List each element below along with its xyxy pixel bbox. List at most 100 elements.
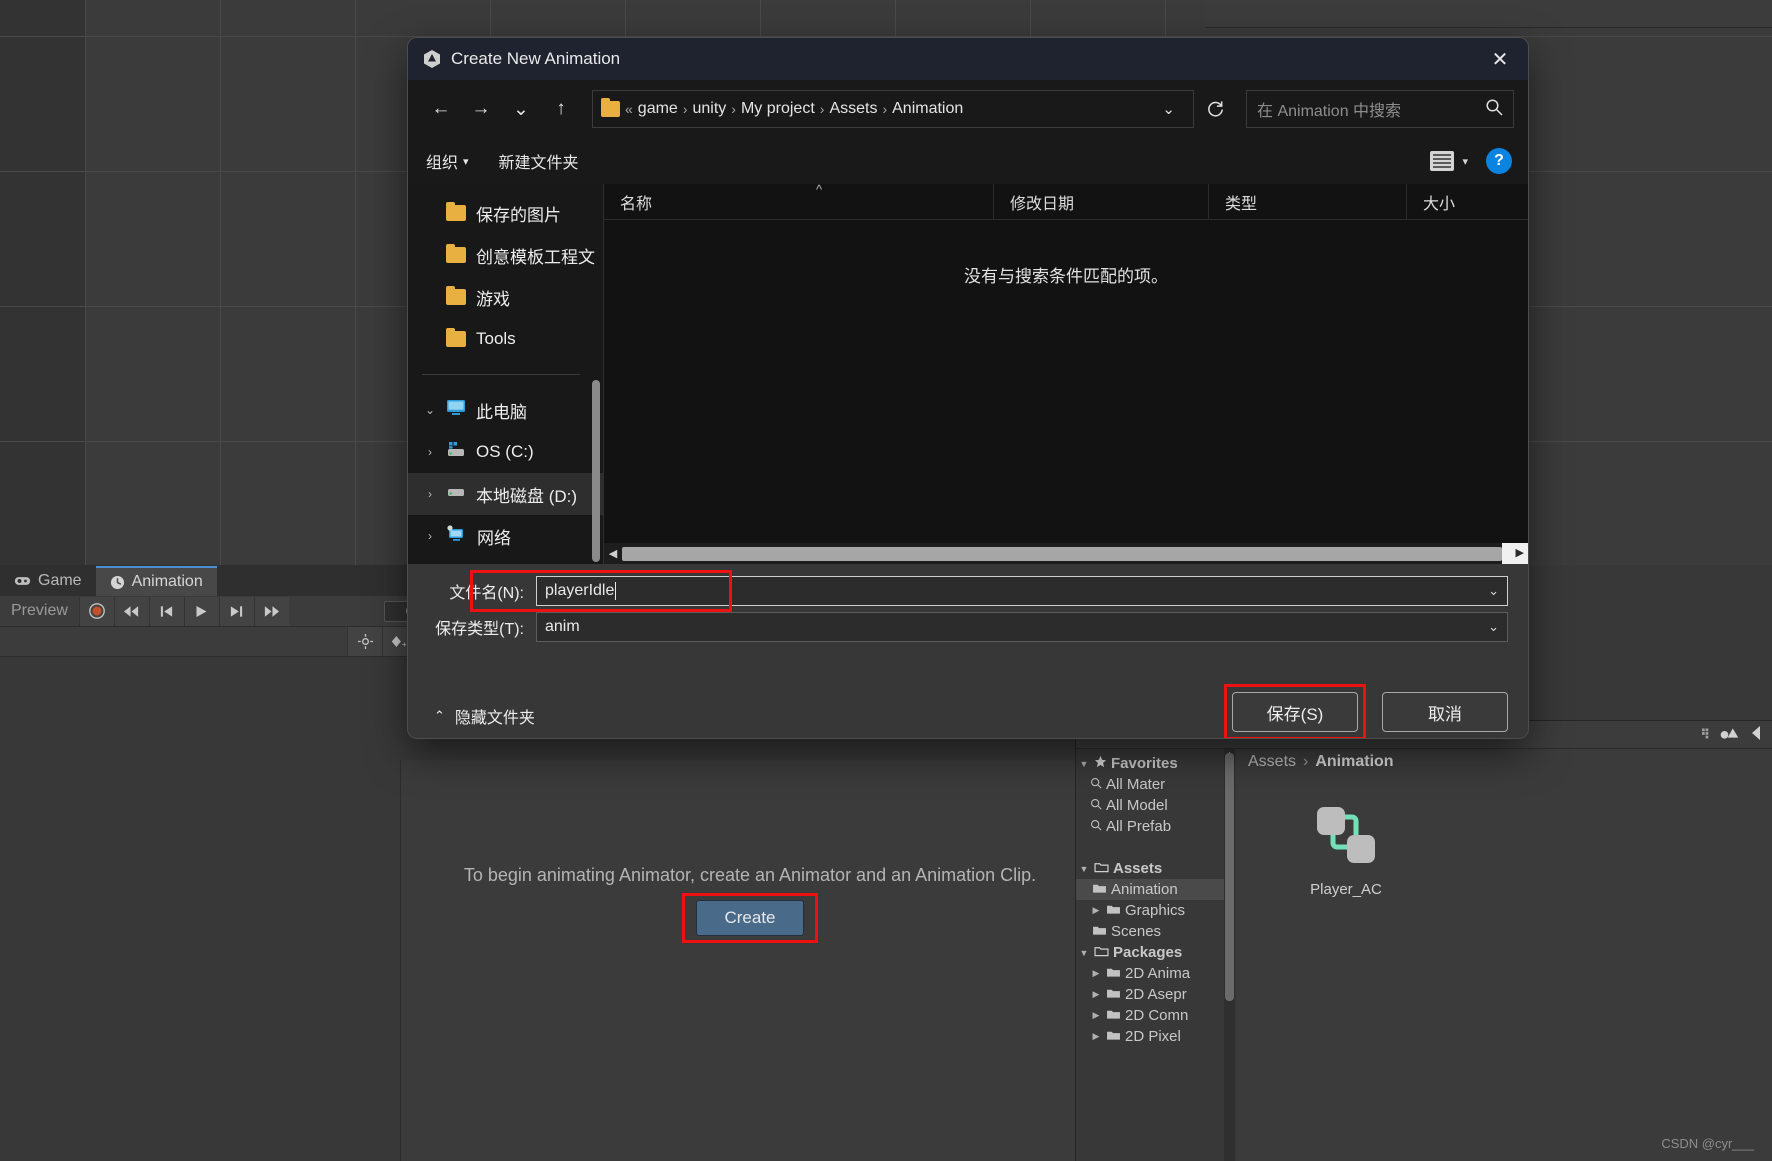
window-tab-strip: Game Animation xyxy=(0,565,452,596)
file-list-hscrollbar[interactable]: ◀ ▶ xyxy=(604,543,1528,564)
view-mode-button[interactable]: ▾ xyxy=(1430,151,1468,171)
chevron-down-icon[interactable]: ▼ xyxy=(1078,948,1090,958)
tree-row[interactable]: All Model xyxy=(1076,795,1224,816)
column-header-type[interactable]: 类型 xyxy=(1209,183,1407,220)
tree-label: All Model xyxy=(1106,797,1168,814)
breadcrumb-animation[interactable]: Animation xyxy=(1315,753,1393,771)
scroll-right-icon[interactable]: ▶ xyxy=(1516,546,1524,559)
tree-row[interactable]: ▼ Packages xyxy=(1076,942,1224,963)
chevron-right-icon[interactable]: ▶ xyxy=(1090,1031,1102,1042)
arrow-right-icon[interactable]: → xyxy=(462,90,500,128)
search-input[interactable]: 在 Animation 中搜索 xyxy=(1246,90,1514,128)
step-forward-icon[interactable] xyxy=(218,596,254,626)
create-button[interactable]: Create xyxy=(696,900,804,936)
chevron-right-icon[interactable]: ▶ xyxy=(1090,989,1102,1000)
chevron-down-icon[interactable]: ⌄ xyxy=(422,403,438,417)
chevron-down-icon[interactable]: ⌄ xyxy=(1488,619,1499,635)
save-file-dialog: Create New Animation ✕ ← → ⌄ ↑ « game › … xyxy=(408,38,1528,738)
folder-icon xyxy=(446,202,466,221)
new-folder-button[interactable]: 新建文件夹 xyxy=(499,149,579,173)
sidebar-item-os-c[interactable]: › OS (C:) xyxy=(408,431,604,473)
filetype-select[interactable]: anim ⌄ xyxy=(536,612,1508,642)
tree-row[interactable]: Scenes xyxy=(1076,921,1224,942)
dialog-titlebar: Create New Animation ✕ xyxy=(408,38,1528,80)
filename-input[interactable]: playerIdle ⌄ xyxy=(536,576,1508,606)
tree-row[interactable]: ▶ 2D Anima xyxy=(1076,963,1224,984)
search-icon[interactable] xyxy=(1485,98,1503,121)
tree-row[interactable]: ▶ 2D Asepr xyxy=(1076,984,1224,1005)
record-icon[interactable] xyxy=(78,596,114,626)
hscroll-thumb[interactable] xyxy=(622,546,1502,561)
scene-left-strip xyxy=(0,0,85,565)
sidebar-item-tools[interactable]: Tools xyxy=(408,318,604,360)
play-icon[interactable] xyxy=(183,596,219,626)
tree-row[interactable]: ▶ 2D Comn xyxy=(1076,1005,1224,1026)
address-bar[interactable]: « game › unity › My project › Assets › A… xyxy=(592,90,1194,128)
help-icon[interactable]: ? xyxy=(1486,148,1512,174)
project-window: ▲ ▼ Favorites All Mater All Model All Pr… xyxy=(1075,720,1772,1161)
sidebar-item-creative-template[interactable]: 创意模板工程文 xyxy=(408,234,604,276)
chevron-right-icon[interactable]: ▶ xyxy=(1090,968,1102,979)
shapes-icon[interactable] xyxy=(1719,725,1741,746)
tab-game[interactable]: Game xyxy=(0,566,96,596)
tree-row[interactable]: ▼ Assets xyxy=(1076,858,1224,879)
chevron-right-icon[interactable]: ▶ xyxy=(1090,905,1102,916)
skip-to-end-icon[interactable] xyxy=(253,596,289,626)
tree-row[interactable]: ▼ Favorites xyxy=(1076,753,1224,774)
grid-size-icon[interactable] xyxy=(1693,726,1711,745)
sidebar-item-network[interactable]: › 网络 xyxy=(408,515,604,557)
tree-label: Packages xyxy=(1113,944,1183,961)
chevron-down-icon[interactable]: ⌄ xyxy=(1488,583,1499,599)
tree-row[interactable]: Animation xyxy=(1076,879,1224,900)
left-arrow-icon[interactable] xyxy=(1749,725,1763,746)
breadcrumb-assets[interactable]: Assets xyxy=(1248,753,1296,771)
folder-icon xyxy=(1092,881,1107,898)
tree-row[interactable]: All Prefab xyxy=(1076,816,1224,837)
chevron-right-icon[interactable]: › xyxy=(422,487,438,501)
chevron-right-icon[interactable]: › xyxy=(422,445,438,459)
cancel-button[interactable]: 取消 xyxy=(1382,692,1508,732)
tree-row[interactable]: All Mater xyxy=(1076,774,1224,795)
sidebar-item-games[interactable]: 游戏 xyxy=(408,276,604,318)
column-header-date[interactable]: 修改日期 xyxy=(994,183,1209,220)
gamepad-icon xyxy=(14,575,31,587)
chevron-down-icon[interactable]: ⌄ xyxy=(502,90,540,128)
tree-label: Assets xyxy=(1113,860,1163,877)
tab-animation[interactable]: Animation xyxy=(95,566,217,596)
chevron-down-icon[interactable]: ⌄ xyxy=(1152,100,1185,118)
sidebar-item-this-pc[interactable]: ⌄ 此电脑 xyxy=(408,389,604,431)
address-segment-unity[interactable]: unity xyxy=(693,100,727,118)
refresh-icon[interactable] xyxy=(1196,90,1234,128)
address-segment-animation[interactable]: Animation xyxy=(892,100,963,118)
add-keyframe-target-icon[interactable] xyxy=(347,627,382,656)
organize-menu[interactable]: 组织 ▾ xyxy=(426,149,469,173)
chevron-down-icon[interactable]: ▼ xyxy=(1078,864,1090,874)
chevron-right-icon[interactable]: ▶ xyxy=(1090,1010,1102,1021)
step-back-icon[interactable] xyxy=(148,596,184,626)
address-segment-assets[interactable]: Assets xyxy=(829,100,877,118)
tree-row[interactable]: ▶ 2D Pixel xyxy=(1076,1026,1224,1047)
arrow-left-icon[interactable]: ← xyxy=(422,90,460,128)
skip-to-start-icon[interactable] xyxy=(113,596,149,626)
save-button[interactable]: 保存(S) xyxy=(1232,692,1358,732)
sidebar-item-saved-pictures[interactable]: 保存的图片 xyxy=(408,192,604,234)
chevron-down-icon[interactable]: ▼ xyxy=(1078,759,1090,769)
arrow-up-icon[interactable]: ↑ xyxy=(542,90,580,128)
column-header-name[interactable]: 名称 xyxy=(604,183,994,220)
asset-item[interactable]: Player_AC xyxy=(1291,799,1401,898)
sidebar-item-local-disk-d[interactable]: › 本地磁盘 (D:) xyxy=(408,473,604,515)
tree-row[interactable]: ▶ Graphics xyxy=(1076,900,1224,921)
column-header-size[interactable]: 大小 xyxy=(1407,184,1503,220)
project-tree-scrollbar[interactable] xyxy=(1225,753,1234,1001)
address-segment-my-project[interactable]: My project xyxy=(741,100,815,118)
filetype-value: anim xyxy=(545,618,580,635)
chevron-right-icon[interactable]: › xyxy=(422,529,438,543)
hide-folders-toggle[interactable]: ⌃ 隐藏文件夹 xyxy=(434,704,535,728)
animation-keyframe-toolbar: + + xyxy=(0,627,452,657)
address-segment-game[interactable]: game xyxy=(638,100,678,118)
preview-label[interactable]: Preview xyxy=(0,602,79,620)
sidebar-scrollbar[interactable] xyxy=(592,380,600,562)
organize-label: 组织 xyxy=(426,155,459,172)
scroll-left-icon[interactable]: ◀ xyxy=(604,547,622,560)
close-icon[interactable]: ✕ xyxy=(1472,38,1528,80)
